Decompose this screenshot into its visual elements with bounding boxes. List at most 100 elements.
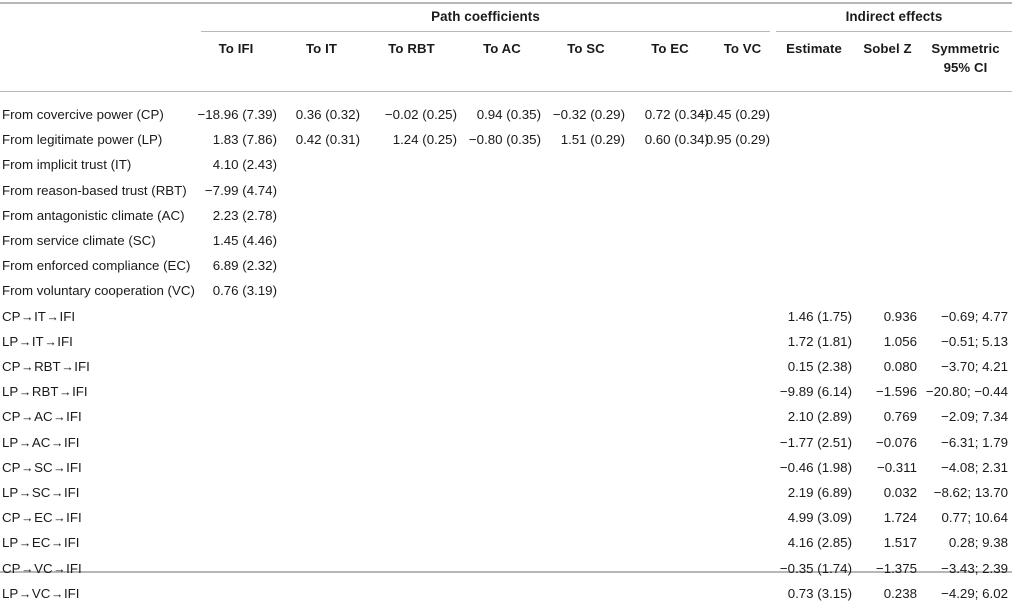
column-header-to-ifi: To IFI [195, 41, 277, 56]
column-header-label: To EC [651, 41, 689, 56]
group-header-path-coefficients: Path coefficients [431, 9, 540, 24]
row-label: LP→SC→IFI [2, 485, 80, 500]
cell-ci: −4.29; 6.02 [941, 585, 1008, 601]
arrow-icon: → [20, 360, 34, 374]
arrow-icon: → [18, 486, 32, 500]
column-header-label: To AC [483, 41, 521, 56]
column-header-label: To SC [567, 41, 605, 56]
table-row: CP→VC→IFI −0.35 (1.74) −1.375 −3.43; 2.39 [0, 559, 1012, 584]
table-top-rule [0, 2, 1012, 4]
column-header-label-line2: 95% CI [943, 60, 988, 75]
arrow-icon: → [50, 586, 64, 601]
arrow-icon: → [18, 586, 32, 601]
column-header-label: Sobel Z [863, 41, 912, 56]
cell-to-ifi: 2.23 (2.78) [212, 207, 277, 223]
cell-to-vc: 0.95 (0.29) [705, 132, 770, 148]
cell-to-ifi: −7.99 (4.74) [204, 182, 277, 198]
arrow-icon: → [18, 385, 32, 400]
cell-to-vc: −0.45 (0.29) [697, 107, 770, 122]
table-row: LP→RBT→IFI −9.89 (6.14) −1.596 −20.80; −0.4… [0, 382, 1012, 407]
arrow-icon: → [53, 511, 66, 526]
table-row: CP→IT→IFI 1.46 (1.75) 0.936 −0.69; 4.77 [0, 307, 1012, 332]
column-header-sobel-z: Sobel Z [858, 41, 917, 56]
arrow-icon: → [20, 460, 34, 475]
table-row: LP→IT→IFI 1.72 (1.81) 1.056 −0.51; 5.13 [0, 332, 1012, 357]
arrow-icon: → [46, 309, 59, 324]
arrow-icon: → [61, 360, 74, 374]
table-row: From enforced compliance (EC) 6.89 (2.32) [0, 256, 1012, 281]
arrow-icon: → [18, 334, 32, 349]
cell-to-ifi: 6.89 (2.32) [212, 258, 277, 274]
arrow-icon: → [20, 410, 34, 425]
column-header-to-vc: To VC [715, 41, 770, 56]
table-row: LP→EC→IFI 4.16 (2.85) 1.517 0.28; 9.38 [0, 533, 1012, 558]
table-row: From service climate (SC) 1.45 (4.46) [0, 231, 1012, 256]
table-row: From voluntary cooperation (VC) 0.76 (3.1… [0, 281, 1012, 306]
cell-ci: −20.80; −0.44 [925, 384, 1008, 400]
arrow-icon: → [50, 486, 64, 500]
row-label: LP→RBT→IFI [2, 384, 88, 400]
column-header-to-it: To IT [283, 41, 360, 56]
row-label: LP→EC→IFI [2, 535, 80, 551]
arrow-icon: → [58, 385, 72, 400]
cell-ci: −8.62; 13.70 [933, 485, 1008, 500]
arrow-icon: → [53, 460, 66, 475]
row-label: CP→SC→IFI [2, 459, 82, 475]
cell-ci: 0.77; 10.64 [941, 510, 1008, 526]
arrow-icon: → [44, 334, 57, 349]
row-label: LP→IT→IFI [2, 333, 73, 349]
column-header-label: Symmetric [931, 41, 1000, 56]
column-header-to-rbt: To RBT [366, 41, 457, 56]
arrow-icon: → [18, 536, 32, 551]
row-label: CP→VC→IFI [2, 560, 82, 576]
column-header-label: To IFI [218, 41, 254, 56]
table-row: From implicit trust (IT) 4.10 (2.43) [0, 155, 1012, 180]
table-row: From covercive power (CP) −18.96 (7.39) 0.… [0, 105, 1012, 130]
arrow-icon: → [50, 536, 64, 551]
row-label: LP→AC→IFI [2, 434, 80, 450]
arrow-icon: → [50, 435, 64, 450]
cell-ci: −0.51; 5.13 [941, 333, 1008, 349]
group-header-indirect-effects: Indirect effects [845, 9, 943, 24]
table-row: CP→SC→IFI −0.46 (1.98) −0.311 −4.08; 2.31 [0, 458, 1012, 483]
table-row: From antagonistic climate (AC) 2.23 (2.78… [0, 206, 1012, 231]
cell-ci: −3.70; 4.21 [941, 359, 1008, 374]
cell-to-ifi: 1.45 (4.46) [212, 233, 277, 248]
row-label: CP→EC→IFI [2, 510, 82, 526]
statistics-table: Path coefficients Indirect effects To IF… [0, 0, 1012, 601]
table-row: CP→AC→IFI 2.10 (2.89) 0.769 −2.09; 7.34 [0, 407, 1012, 432]
cell-ci: −2.09; 7.34 [941, 409, 1008, 425]
arrow-icon: → [53, 561, 66, 576]
column-header-to-ec: To EC [631, 41, 709, 56]
table-row: From reason-based trust (RBT) −7.99 (4.74… [0, 181, 1012, 206]
arrow-icon: → [20, 561, 34, 576]
arrow-icon: → [20, 309, 34, 324]
column-header-to-sc: To SC [547, 41, 625, 56]
arrow-icon: → [53, 410, 66, 425]
table-row: CP→RBT→IFI 0.15 (2.38) 0.080 −3.70; 4.21 [0, 357, 1012, 382]
table-row: LP→SC→IFI 2.19 (6.89) 0.032 −8.62; 13.70 [0, 483, 1012, 508]
column-header-estimate: Estimate [776, 41, 852, 56]
row-label: CP→RBT→IFI [2, 359, 90, 374]
table-row: From legitimate power (LP) 1.83 (7.86) 0.4… [0, 130, 1012, 155]
arrow-icon: → [20, 511, 34, 526]
header-bottom-rule [0, 91, 1012, 92]
column-header-to-ac: To AC [463, 41, 541, 56]
column-header-symmetric-ci: Symmetric 95% CI [923, 41, 1008, 75]
cell-to-ifi: 0.76 (3.19) [212, 283, 277, 299]
table-row: CP→EC→IFI 4.99 (3.09) 1.724 0.77; 10.64 [0, 508, 1012, 533]
cell-ci: −6.31; 1.79 [941, 434, 1008, 450]
table-row: LP→VC→IFI 0.73 (3.15) 0.238 −4.29; 6.02 [0, 584, 1012, 609]
table-row: LP→AC→IFI −1.77 (2.51) −0.076 −6.31; 1.79 [0, 433, 1012, 458]
cell-ci: −0.69; 4.77 [941, 308, 1008, 324]
column-header-label: To IT [305, 41, 337, 56]
cell-to-ifi: 4.10 (2.43) [212, 157, 277, 173]
arrow-icon: → [18, 435, 32, 450]
row-label: CP→AC→IFI [2, 409, 82, 425]
row-label: CP→IT→IFI [2, 308, 76, 324]
row-label: LP→VC→IFI [2, 585, 80, 601]
indirect-effects-span-rule [776, 31, 1012, 32]
column-header-label: To RBT [388, 41, 435, 56]
cell-ci: −4.08; 2.31 [941, 459, 1008, 475]
column-header-label: To VC [723, 41, 762, 56]
